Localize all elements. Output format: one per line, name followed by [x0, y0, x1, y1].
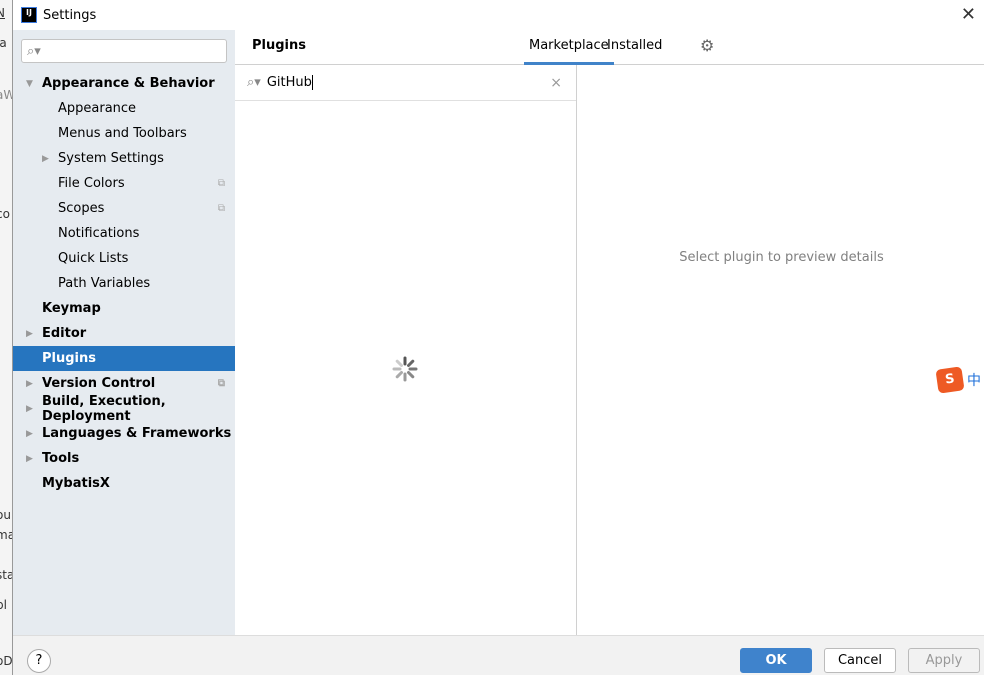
search-icon: ⌕▾: [27, 43, 41, 59]
help-button[interactable]: ?: [27, 649, 51, 673]
sidebar-item-mybatisx[interactable]: MybatisX: [13, 471, 235, 496]
dialog-footer: ? OK Cancel Apply: [13, 635, 984, 675]
sidebar-item-label: Keymap: [42, 301, 101, 316]
bg-text: co: [0, 207, 10, 221]
bg-text: pl: [0, 598, 7, 612]
plugin-list-panel: ⌕▾ GitHub ×: [235, 65, 577, 635]
loading-spinner-icon: [392, 356, 418, 382]
settings-sidebar: ⌕▾ ▼ Appearance & Behavior Appearance Menus…: [13, 30, 235, 635]
sidebar-item-label: Appearance & Behavior: [42, 76, 215, 91]
sidebar-item-quick-lists[interactable]: Quick Lists: [13, 246, 235, 271]
sidebar-item-path-variables[interactable]: Path Variables: [13, 271, 235, 296]
bg-text: ja: [0, 36, 7, 50]
sidebar-item-label: File Colors: [58, 176, 125, 191]
collapse-arrow-icon[interactable]: ▶: [26, 454, 33, 464]
expand-arrow-icon[interactable]: ▼: [26, 79, 33, 89]
tab-marketplace[interactable]: Marketplace: [524, 38, 614, 65]
detail-placeholder: Select plugin to preview details: [679, 250, 884, 265]
sidebar-item-label: Menus and Toolbars: [58, 126, 187, 141]
collapse-arrow-icon[interactable]: ▶: [26, 404, 33, 414]
search-icon: ⌕▾: [247, 75, 261, 90]
project-scope-icon: ⧉: [217, 203, 225, 214]
intellij-logo-icon: IJ: [21, 7, 37, 23]
sidebar-item-appearance[interactable]: Appearance: [13, 96, 235, 121]
sidebar-item-label: Notifications: [58, 226, 140, 241]
sidebar-item-notifications[interactable]: Notifications: [13, 221, 235, 246]
sidebar-item-label: System Settings: [58, 151, 164, 166]
bg-text: aW: [0, 88, 12, 102]
sidebar-item-keymap[interactable]: Keymap: [13, 296, 235, 321]
sidebar-item-system-settings[interactable]: ▶ System Settings: [13, 146, 235, 171]
sidebar-item-tools[interactable]: ▶ Tools: [13, 446, 235, 471]
bg-text: sta: [0, 568, 12, 582]
sidebar-item-label: Scopes: [58, 201, 105, 216]
project-scope-icon: ⧉: [217, 178, 225, 189]
background-application: N ja aW co ou ma sta pl oDe: [0, 0, 12, 675]
sidebar-item-label: Appearance: [58, 101, 137, 116]
collapse-arrow-icon[interactable]: ▶: [26, 329, 33, 339]
settings-tree: ▼ Appearance & Behavior Appearance Menus an…: [13, 71, 235, 496]
sidebar-item-file-colors[interactable]: File Colors ⧉: [13, 171, 235, 196]
plugin-search-value[interactable]: GitHub: [267, 75, 312, 90]
sidebar-item-scopes[interactable]: Scopes ⧉: [13, 196, 235, 221]
sidebar-item-label: Build, Execution, Deployment: [42, 393, 166, 424]
sidebar-item-label: Quick Lists: [58, 251, 129, 266]
bg-text: ou: [0, 508, 11, 522]
settings-dialog: IJ Settings ✕ ⌕▾ ▼ Appearance & Behavior A…: [12, 0, 984, 675]
sidebar-item-label: Tools: [42, 451, 80, 466]
sidebar-item-menus-and-toolbars[interactable]: Menus and Toolbars: [13, 121, 235, 146]
sidebar-item-editor[interactable]: ▶ Editor: [13, 321, 235, 346]
ime-indicator[interactable]: S 中: [935, 366, 984, 394]
cancel-button[interactable]: Cancel: [824, 648, 896, 673]
ok-button[interactable]: OK: [740, 648, 812, 673]
sogou-logo-icon: S: [935, 366, 965, 394]
sidebar-item-label: Plugins: [42, 351, 96, 366]
plugin-search-field[interactable]: ⌕▾ GitHub ×: [235, 65, 576, 101]
sidebar-item-appearance-behavior[interactable]: ▼ Appearance & Behavior: [13, 71, 235, 96]
collapse-arrow-icon[interactable]: ▶: [26, 429, 33, 439]
sidebar-item-label: MybatisX: [42, 476, 110, 491]
close-button[interactable]: ✕: [961, 4, 976, 25]
tab-installed[interactable]: Installed: [607, 38, 662, 65]
sidebar-item-languages-frameworks[interactable]: ▶ Languages & Frameworks: [13, 421, 235, 446]
plugin-detail-panel: Select plugin to preview details S 中: [578, 65, 984, 635]
window-title: Settings: [43, 7, 97, 23]
clear-search-icon[interactable]: ×: [550, 75, 562, 91]
settings-search-input[interactable]: ⌕▾: [21, 39, 227, 63]
bg-text: N: [0, 6, 5, 20]
sidebar-item-label: Path Variables: [58, 276, 151, 291]
sidebar-item-version-control[interactable]: ▶ Version Control ⧉: [13, 371, 235, 396]
gear-icon[interactable]: ⚙: [700, 36, 714, 55]
sidebar-item-label: Editor: [42, 326, 87, 341]
sidebar-item-plugins[interactable]: Plugins: [13, 346, 235, 371]
sidebar-item-label: Version Control: [42, 376, 156, 391]
sidebar-item-build-execution-deployment[interactable]: ▶ Build, Execution, Deployment: [13, 393, 235, 424]
title-bar: IJ Settings: [13, 0, 984, 30]
collapse-arrow-icon[interactable]: ▶: [26, 379, 33, 389]
sidebar-item-label: Languages & Frameworks: [42, 426, 232, 441]
ime-mode: 中: [967, 373, 981, 389]
page-title: Plugins: [252, 38, 306, 53]
apply-button[interactable]: Apply: [908, 648, 980, 673]
plugins-header: Plugins Marketplace Installed ⚙: [235, 30, 984, 65]
bg-text: oDe: [0, 654, 12, 668]
collapse-arrow-icon[interactable]: ▶: [42, 154, 49, 164]
bg-text: ma: [0, 528, 12, 542]
project-scope-icon: ⧉: [217, 378, 225, 389]
